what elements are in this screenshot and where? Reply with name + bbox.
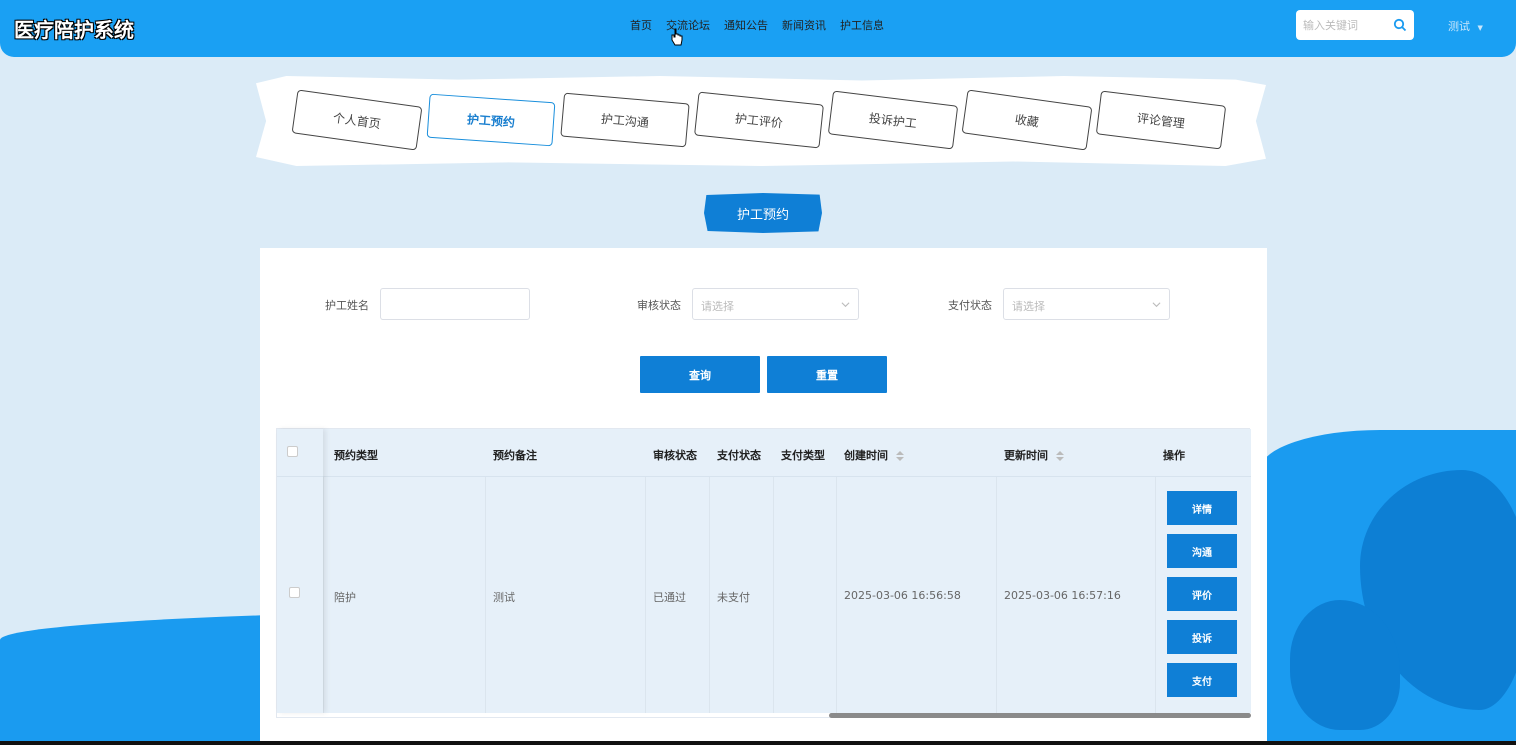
tab-label: 投诉护工 [868,110,918,131]
pay-status-label: 支付状态 [948,299,992,312]
query-button[interactable]: 查询 [640,356,760,393]
fixed-column-shadow [277,429,323,713]
cell-created-time: 2025-03-06 16:56:58 [844,589,961,602]
column-header: 预约备注 [493,449,537,462]
chat-button[interactable]: 沟通 [1167,534,1237,568]
cell-booking-type: 陪护 [334,591,356,604]
audit-status-select[interactable]: 请选择 [692,288,859,320]
page-title: 护工预约 [704,193,822,233]
cell-booking-remark: 测试 [493,591,515,604]
column-divider [323,477,324,713]
top-header: 医疗陪护系统 首页 交流论坛 通知公告 新闻资讯 护工信息 测试 ▼ [0,0,1516,57]
cell-audit-status: 已通过 [653,591,686,604]
table-header: 预约类型 预约备注 审核状态 支付状态 支付类型 创建时间 更新时间 操作 [277,429,1251,477]
column-divider [773,477,774,713]
column-header: 支付状态 [717,449,761,462]
column-divider [996,477,997,713]
detail-button[interactable]: 详情 [1167,491,1237,525]
user-name: 测试 [1448,20,1470,33]
tab-label: 评论管理 [1136,110,1186,131]
complaint-button[interactable]: 投诉 [1167,620,1237,654]
chevron-down-icon [1152,302,1161,308]
column-header: 支付类型 [781,449,825,462]
nav-home[interactable]: 首页 [630,17,652,33]
tab-label: 个人首页 [332,110,382,131]
cell-updated-time: 2025-03-06 16:57:16 [1004,589,1121,602]
cell-pay-status: 未支付 [717,591,750,604]
site-logo[interactable]: 医疗陪护系统 [14,14,134,43]
column-divider [836,477,837,713]
search-input[interactable] [1303,17,1388,33]
window-bottom-edge [0,741,1516,745]
tab-label: 护工评价 [734,111,784,130]
booking-table: 预约类型 预约备注 审核状态 支付状态 支付类型 创建时间 更新时间 操作 陪护… [276,428,1251,718]
tab-caregiver-booking[interactable]: 护工预约 [426,93,556,147]
select-placeholder: 请选择 [1012,300,1045,313]
search-box [1296,10,1414,40]
caregiver-name-input[interactable] [380,288,530,320]
tab-label: 收藏 [1014,111,1040,130]
review-button[interactable]: 评价 [1167,577,1237,611]
chevron-down-icon [841,302,850,308]
chevron-down-icon: ▼ [1477,24,1483,32]
column-divider [485,477,486,713]
table-row: 陪护 测试 已通过 未支付 2025-03-06 16:56:58 2025-0… [277,477,1251,713]
horizontal-scrollbar[interactable] [829,713,1251,718]
main-nav: 首页 交流论坛 通知公告 新闻资讯 护工信息 [630,17,884,33]
main-panel: 护工姓名 审核状态 请选择 支付状态 请选择 查询 重置 预约类型 预约备注 审… [260,248,1267,745]
column-divider [645,477,646,713]
column-header: 操作 [1163,449,1185,462]
name-label: 护工姓名 [325,299,369,312]
sort-icon[interactable] [895,451,904,461]
tab-label: 护工预约 [466,111,516,130]
pay-status-select[interactable]: 请选择 [1003,288,1170,320]
column-divider [1155,477,1156,713]
audit-status-label: 审核状态 [637,299,681,312]
column-header-sortable[interactable]: 创建时间 [844,447,904,463]
nav-caregiver-info[interactable]: 护工信息 [840,17,884,33]
sort-icon[interactable] [1055,451,1064,461]
nav-notice[interactable]: 通知公告 [724,17,768,33]
search-icon[interactable] [1393,18,1407,32]
hand-cursor-icon [671,28,683,46]
tab-label: 护工沟通 [600,111,650,130]
column-header-sortable[interactable]: 更新时间 [1004,447,1064,463]
column-header-label: 更新时间 [1004,449,1048,462]
column-header-label: 创建时间 [844,449,888,462]
column-header: 审核状态 [653,449,697,462]
reset-button[interactable]: 重置 [767,356,887,393]
nav-news[interactable]: 新闻资讯 [782,17,826,33]
user-menu[interactable]: 测试 ▼ [1448,18,1483,34]
column-header: 预约类型 [334,449,378,462]
pay-button[interactable]: 支付 [1167,663,1237,697]
select-placeholder: 请选择 [701,300,734,313]
column-divider [709,477,710,713]
